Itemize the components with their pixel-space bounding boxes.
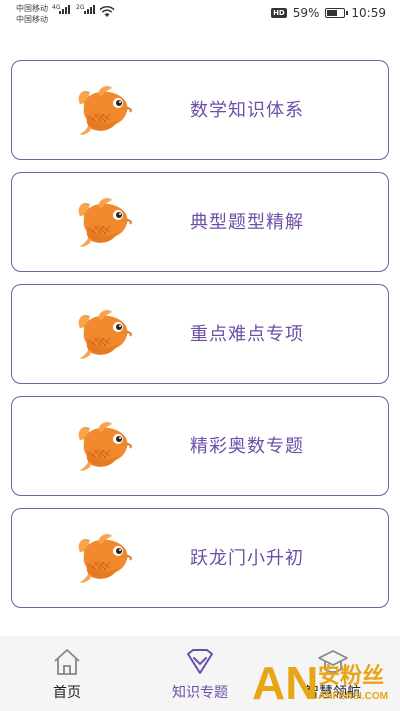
topic-card-list: 数学知识体系 典型题型精解 重点难点专项 精彩奥数专题 跃龙门小升初	[11, 60, 389, 620]
watermark-en-text: ANFENSI.COM	[318, 691, 388, 702]
diamond-icon	[187, 649, 213, 674]
koi-fish-icon	[78, 86, 132, 135]
nav-item-topics[interactable]: 知识专题	[133, 636, 267, 711]
topic-card-label: 数学知识体系	[190, 100, 304, 121]
topic-card-2[interactable]: 典型题型精解	[11, 172, 389, 272]
topic-card-label: 重点难点专项	[190, 324, 304, 345]
carrier-1: 中国移动	[16, 4, 48, 13]
clock: 10:59	[351, 6, 386, 20]
koi-fish-icon	[78, 310, 132, 359]
home-icon	[54, 649, 80, 675]
anfensi-watermark: AN 安粉丝 ANFENSI.COM	[252, 657, 388, 709]
battery-percent: 59%	[292, 6, 320, 20]
nav-label-home: 首页	[53, 685, 81, 701]
status-right: HD 59% 10:59	[271, 6, 386, 20]
signal-icon-2	[84, 5, 95, 14]
carrier-2: 中国移动	[16, 15, 48, 24]
nav-item-home[interactable]: 首页	[0, 636, 134, 711]
topic-card-label: 精彩奥数专题	[190, 436, 304, 457]
topic-card-label: 跃龙门小升初	[190, 548, 304, 569]
hd-badge: HD	[271, 8, 287, 18]
koi-fish-icon	[78, 534, 132, 583]
topic-card-label: 典型题型精解	[190, 212, 304, 233]
watermark-cn-text: 安粉丝	[318, 663, 384, 689]
battery-icon	[325, 8, 349, 18]
wifi-icon	[99, 6, 115, 17]
topic-card-4[interactable]: 精彩奥数专题	[11, 396, 389, 496]
watermark-logo-text: AN	[252, 657, 318, 709]
topic-card-3[interactable]: 重点难点专项	[11, 284, 389, 384]
topic-card-1[interactable]: 数学知识体系	[11, 60, 389, 160]
nav-label-topics: 知识专题	[172, 685, 228, 701]
carrier-labels: 中国移动 中国移动	[16, 3, 48, 25]
koi-fish-icon	[78, 198, 132, 247]
koi-fish-icon	[78, 422, 132, 471]
status-bar: 中国移动 中国移动 4G 2G HD 59% 10:59	[0, 0, 400, 30]
signal-icon	[59, 5, 70, 14]
topic-card-5[interactable]: 跃龙门小升初	[11, 508, 389, 608]
